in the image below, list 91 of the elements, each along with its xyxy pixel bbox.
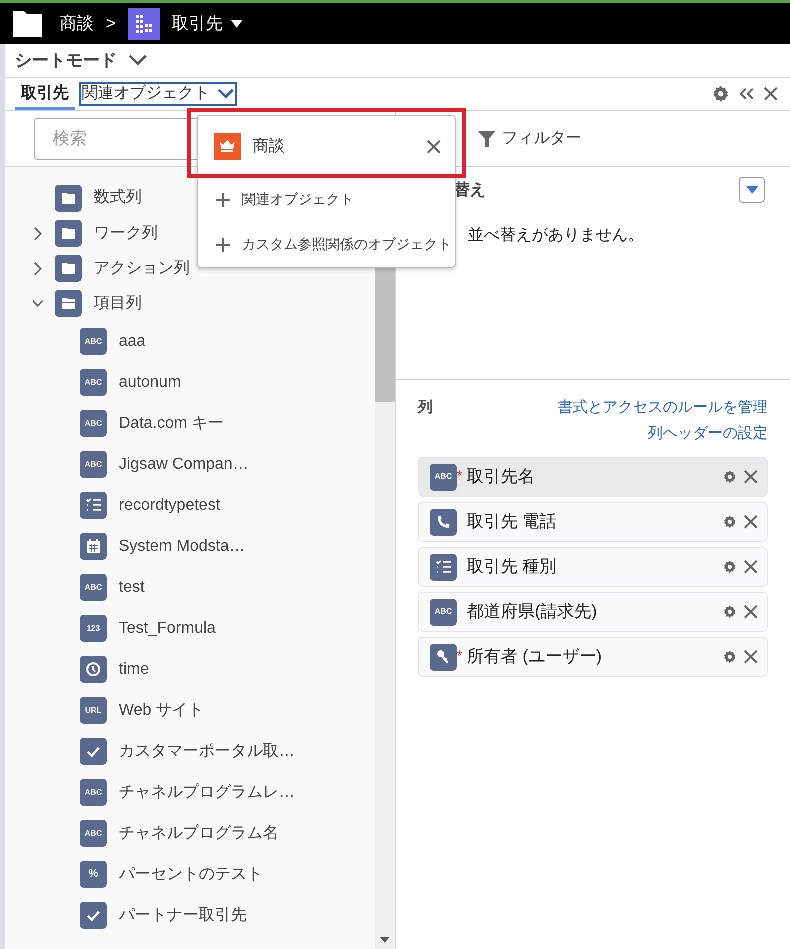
caret-icon[interactable] [380,937,390,943]
close-icon[interactable] [744,470,758,484]
open-folder-icon [55,290,82,317]
folder-icon [55,255,82,282]
panel-tab[interactable]: フィルター [478,111,582,166]
tree-item[interactable]: test [119,576,145,600]
tree-item[interactable]: time [119,658,150,682]
close-icon[interactable] [744,560,758,574]
key-icon [430,644,457,670]
close-icon[interactable] [744,515,758,529]
tree-item[interactable]: チャネルプログラムレ… [119,780,295,804]
chevron-down-icon [218,89,234,99]
chevron-right-icon[interactable] [33,262,43,276]
close-icon[interactable] [744,605,758,619]
column-item[interactable]: * 所有者 (ユーザー) [418,637,768,677]
caret-icon [230,20,243,28]
folder-icon [11,8,44,38]
settings-icon[interactable] [712,85,730,103]
tree-item[interactable]: アクション列 [94,256,190,280]
field-type-icon: ABC [80,328,107,355]
plus-icon [216,238,230,252]
checkmark-icon [80,738,107,765]
collapse-icon[interactable] [740,88,754,100]
filter-icon [478,130,496,148]
tree-item[interactable]: recordtypetest [119,494,220,518]
field-type-icon: ABC [430,464,457,490]
link[interactable]: 書式とアクセスのルールを管理 [558,397,768,420]
field-type-icon: 123 [80,615,107,642]
phone-icon [430,508,457,536]
tree-item[interactable]: Web サイト [119,698,204,722]
calendar-icon [80,533,107,560]
clock-icon [80,656,107,683]
crown-icon [214,133,241,160]
field-type-icon: ABC [80,779,107,806]
tree-item[interactable]: Test_Formula [119,616,216,640]
close-icon[interactable] [764,87,778,101]
tree-item[interactable]: チャネルプログラム名 [119,822,279,846]
column-item[interactable]: ABC * 取引先名 [418,457,768,497]
link[interactable]: 列ヘッダーの設定 [648,422,768,445]
required-marker: * [457,646,464,667]
tree-item[interactable]: Data.com キー [119,412,224,436]
tree-item[interactable]: ワーク列 [94,222,158,246]
sort-menu-button[interactable] [739,177,765,203]
list-icon [80,492,107,519]
tree-item[interactable]: 数式列 [94,186,142,210]
object-tab[interactable]: 関連オブジェクト [79,82,237,106]
tree-item[interactable]: パーセントのテスト [119,862,263,886]
settings-icon[interactable] [723,515,737,529]
building-icon [128,8,160,40]
tree-item[interactable]: パートナー取引先 [119,904,247,928]
tree-item[interactable]: autonum [119,370,182,394]
breadcrumb-link[interactable]: 商談 [60,10,94,36]
tree-item[interactable]: System Modsta… [119,534,246,558]
empty-message: 並べ替えがありません。 [468,226,644,246]
settings-icon[interactable] [723,560,737,574]
chevron-right-icon[interactable] [33,226,43,240]
menu-item[interactable]: カスタム参照関係のオブジェクト [198,222,455,267]
checkmark-icon [80,902,107,929]
field-type-icon: ABC [80,369,107,396]
required-marker: * [457,466,464,487]
section-heading: 替え [454,180,486,201]
tree-item[interactable]: Jigsaw Compan… [119,452,249,476]
tree-item[interactable]: aaa [119,330,146,354]
field-type-icon: ABC [80,820,107,847]
breadcrumb-separator: > [106,12,116,35]
field-type-icon: ABC [80,410,107,437]
section-heading: 列 [418,398,433,418]
field-type-icon: ABC [80,574,107,601]
menu-item[interactable]: 関連オブジェクト [198,177,455,222]
settings-icon[interactable] [723,650,737,664]
tree-item[interactable]: 項目列 [94,292,142,316]
list-icon [430,554,457,580]
caret-icon [746,186,758,194]
folder-icon [55,220,82,247]
tree-item[interactable]: カスタマーポータル取… [119,740,295,764]
column-item[interactable]: 取引先 電話 [418,502,768,542]
field-type-icon: % [80,861,107,888]
close-icon[interactable] [744,650,758,664]
field-type-icon: URL [80,697,107,724]
object-menu[interactable]: 取引先 [172,10,243,36]
plus-icon [216,192,230,206]
settings-icon[interactable] [723,605,737,619]
settings-icon[interactable] [723,470,737,484]
column-item[interactable]: 取引先 種別 [418,547,768,587]
close-icon[interactable] [427,140,441,154]
field-type-icon: ABC [430,598,457,626]
folder-icon [55,184,82,212]
field-type-icon: ABC [80,451,107,478]
column-item[interactable]: ABC 都道府県(請求先) [418,592,768,632]
sheet-mode-dropdown[interactable]: シートモード [15,48,147,74]
chevron-down-icon [129,55,147,66]
